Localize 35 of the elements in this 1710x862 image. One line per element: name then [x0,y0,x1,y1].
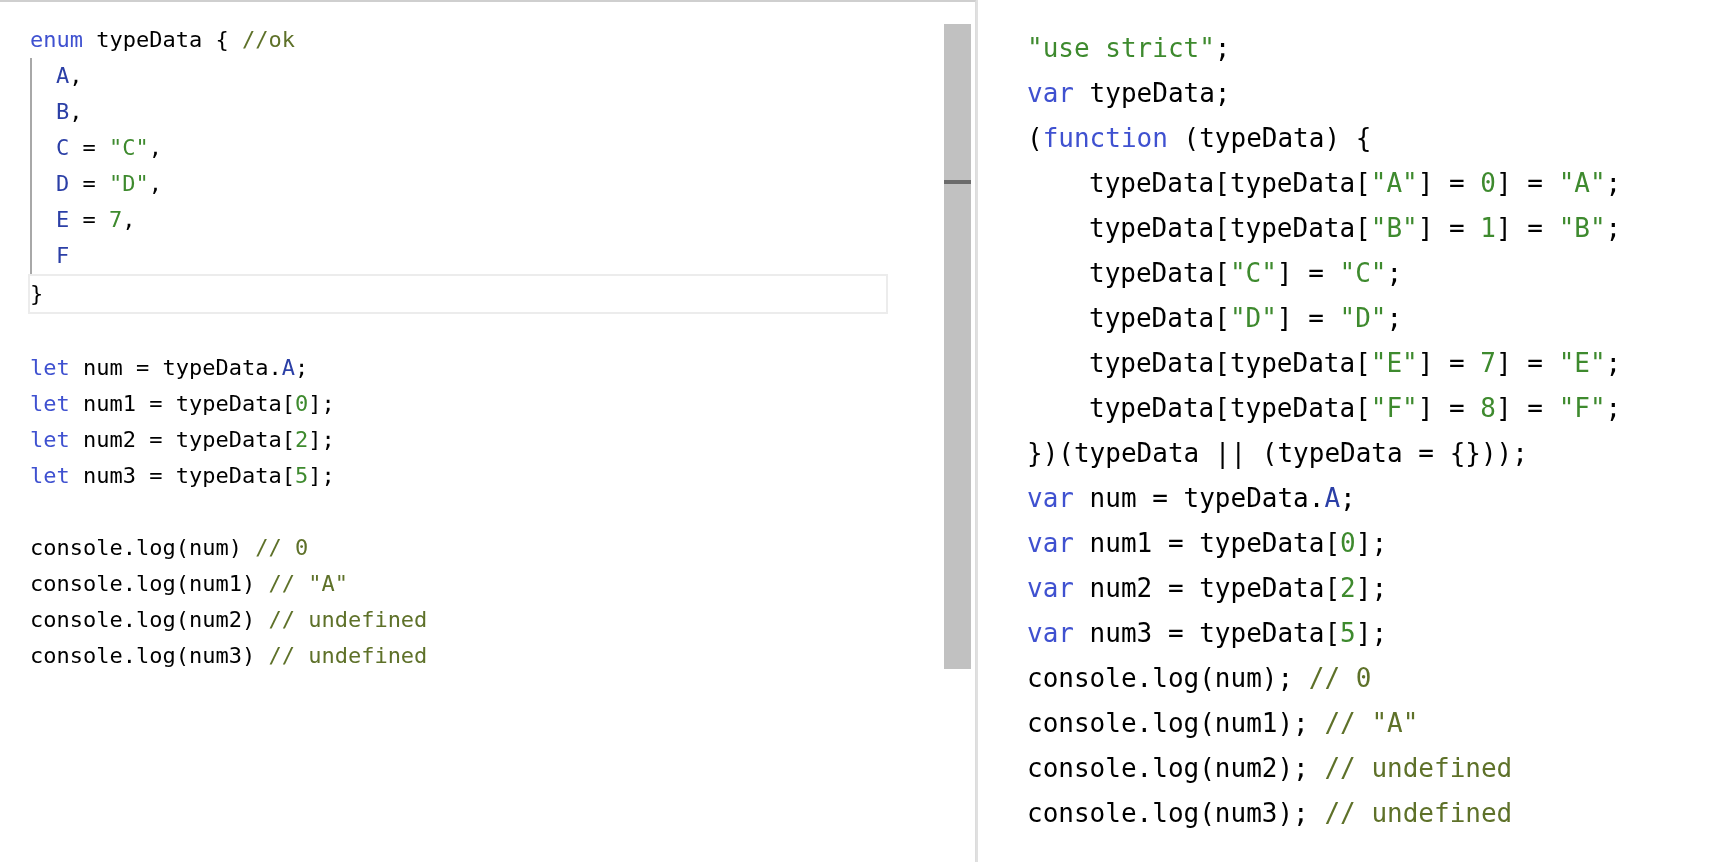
code-line: F [56,242,70,270]
code-line: enum typeData { //ok [30,26,295,54]
code-line: typeData["C"] = "C"; [1089,257,1403,290]
scroll-marker [944,180,971,184]
code-line: console.log(num2); // undefined [1027,752,1513,785]
code-line: console.log(num2) // undefined [30,606,428,634]
code-line: D = "D", [56,170,162,198]
code-line: let num3 = typeData[5]; [30,462,335,490]
code-line: })(typeData || (typeData = {})); [1027,437,1528,471]
code-line: E = 7, [56,206,136,234]
code-line: "use strict"; [1027,32,1231,65]
code-line: typeData[typeData["A"] = 0] = "A"; [1089,167,1622,200]
code-line: typeData["D"] = "D"; [1089,302,1403,335]
code-line: console.log(num3) // undefined [30,642,428,670]
code-line: console.log(num3); // undefined [1027,797,1513,830]
code-line: var typeData; [1027,77,1231,110]
code-line: (function (typeData) { [1027,122,1372,155]
code-line: console.log(num) // 0 [30,534,309,562]
scrollbar[interactable] [944,24,971,669]
code-line: console.log(num1) // "A" [30,570,348,598]
code-line: typeData[typeData["B"] = 1] = "B"; [1089,212,1622,245]
code-line: var num1 = typeData[0]; [1027,527,1388,560]
code-line: var num3 = typeData[5]; [1027,617,1388,650]
code-line: let num2 = typeData[2]; [30,426,335,454]
code-line: console.log(num1); // "A" [1027,707,1419,740]
code-line: typeData[typeData["F"] = 8] = "F"; [1089,392,1622,425]
code-line: typeData[typeData["E"] = 7] = "E"; [1089,347,1622,380]
code-line: var num = typeData.A; [1027,482,1356,515]
code-line: var num2 = typeData[2]; [1027,572,1388,605]
code-line: A, [56,62,83,90]
code-line: let num1 = typeData[0]; [30,390,335,418]
code-line: C = "C", [56,134,162,162]
code-line: console.log(num); // 0 [1027,662,1372,695]
code-line: let num = typeData.A; [30,354,309,382]
code-line: B, [56,98,83,126]
